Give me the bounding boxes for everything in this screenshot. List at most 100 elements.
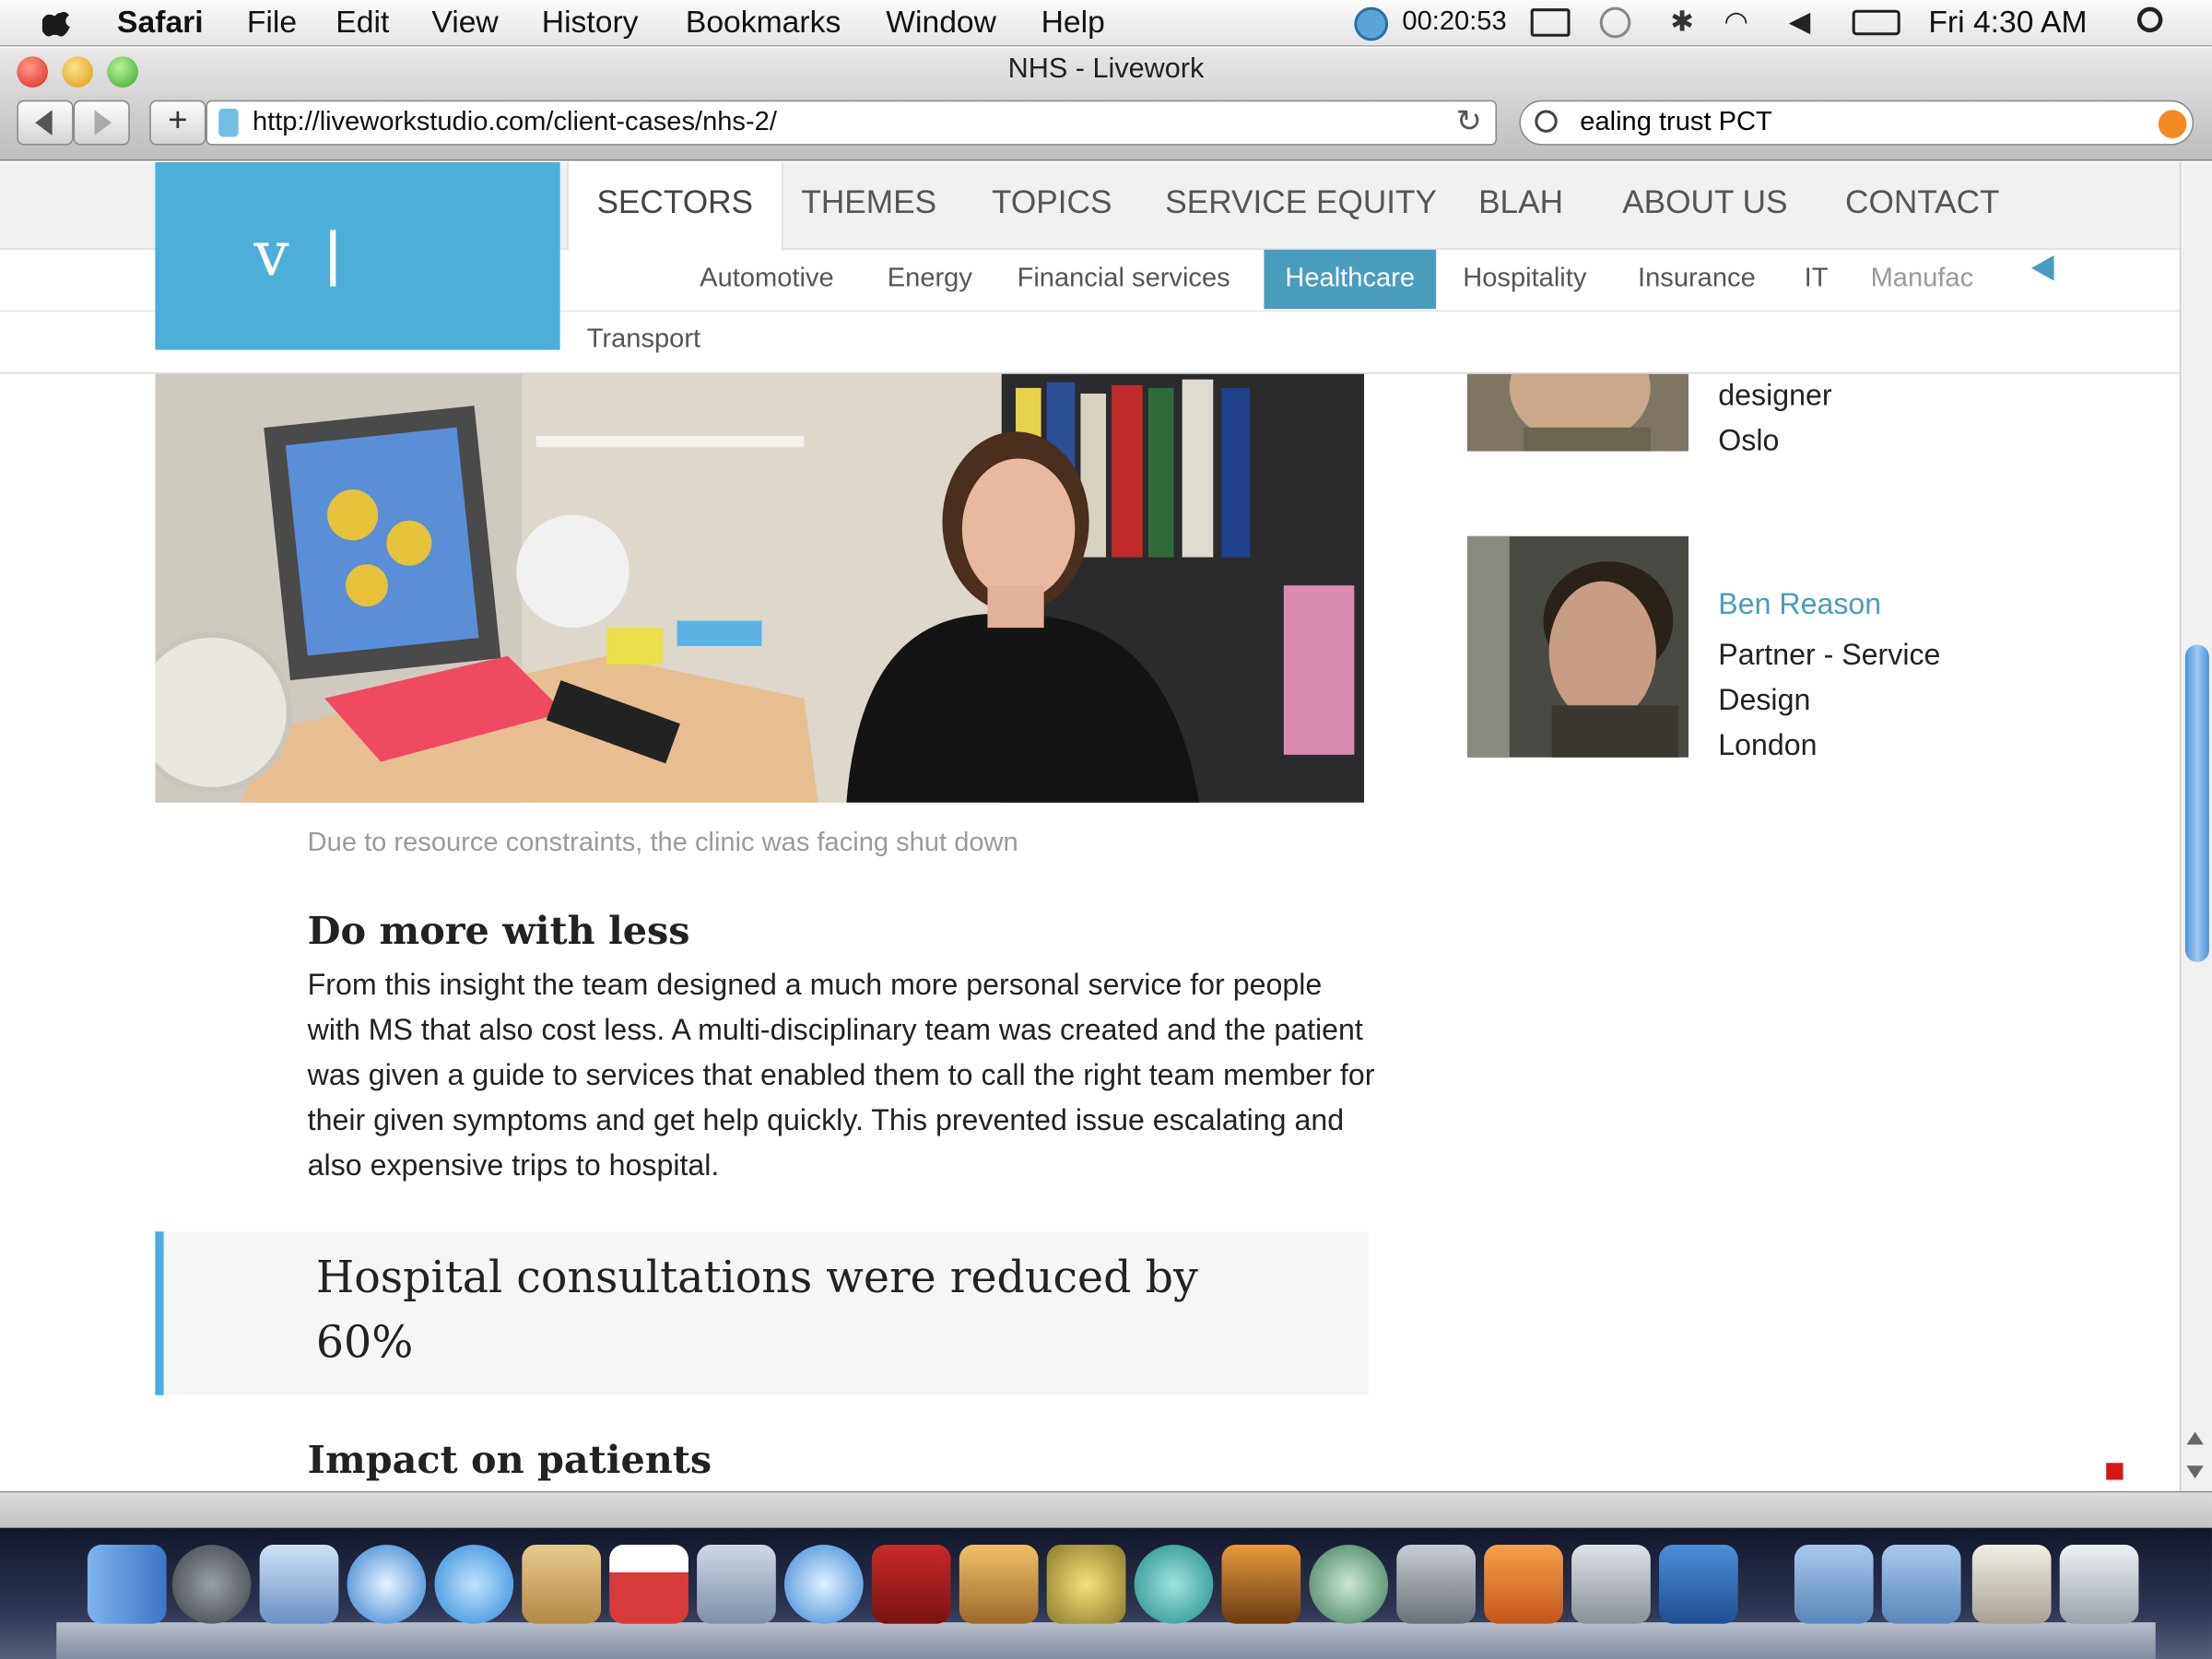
- ben-reason-photo[interactable]: [1466, 535, 1689, 758]
- web-page: v SECTORS THEMES TOPICS SERVICE EQUITY B…: [0, 162, 2180, 1491]
- forward-button[interactable]: [73, 100, 130, 146]
- back-button[interactable]: [17, 100, 74, 146]
- address-bar[interactable]: http://liveworkstudio.com/client-cases/n…: [206, 100, 1497, 146]
- subnav-energy[interactable]: Energy: [888, 264, 972, 295]
- itunes-icon[interactable]: [784, 1545, 864, 1624]
- window-title: NHS - Livework: [1007, 53, 1205, 85]
- tab-themes[interactable]: THEMES: [801, 183, 936, 221]
- menu-bookmarks[interactable]: Bookmarks: [686, 5, 841, 41]
- scroll-up-arrow-icon[interactable]: [2186, 1431, 2204, 1445]
- finder-icon[interactable]: [87, 1545, 167, 1624]
- documents-folder-icon[interactable]: [1881, 1545, 1961, 1624]
- recording-indicator-icon: [2106, 1463, 2124, 1480]
- tab-blah[interactable]: BLAH: [1478, 183, 1563, 221]
- ichat-icon[interactable]: [434, 1545, 514, 1624]
- iphoto-icon[interactable]: [697, 1545, 776, 1624]
- scrollbar-thumb[interactable]: [2184, 644, 2209, 962]
- subnav-hospitality[interactable]: Hospitality: [1463, 264, 1586, 295]
- screen: Safari File Edit View History Bookmarks …: [0, 0, 2212, 1659]
- site-favicon: [218, 108, 239, 137]
- time-machine-icon[interactable]: [1599, 6, 1631, 39]
- display-icon[interactable]: [1530, 8, 1571, 37]
- subnav-transport[interactable]: Transport: [587, 324, 700, 356]
- search-field[interactable]: ealing trust PCT: [1519, 100, 2194, 146]
- subnav-manufacturing[interactable]: Manufac: [1871, 264, 1995, 295]
- tab-topics[interactable]: TOPICS: [992, 183, 1112, 221]
- menu-bar: Safari File Edit View History Bookmarks …: [0, 0, 2212, 47]
- person-role: designer: [1718, 379, 1832, 412]
- photo-caption: Due to resource constraints, the clinic …: [307, 828, 1018, 858]
- tab-service-equity[interactable]: SERVICE EQUITY: [1165, 183, 1437, 221]
- battery-icon[interactable]: [1852, 9, 1900, 36]
- volume-icon[interactable]: ◀: [1789, 5, 1811, 40]
- clinic-photo-illustration: [155, 373, 1365, 803]
- bluetooth-icon[interactable]: ✱: [1670, 5, 1694, 40]
- subnav-financial-services[interactable]: Financial services: [1018, 264, 1230, 295]
- subnav-scroll-arrow-icon[interactable]: [2031, 255, 2054, 281]
- ben-reason-card: Ben Reason Partner - Service Design Lond…: [1718, 582, 1940, 769]
- wifi-icon[interactable]: ◠: [1724, 5, 1748, 40]
- subnav-automotive[interactable]: Automotive: [700, 264, 833, 295]
- tab-sectors[interactable]: SECTORS: [567, 162, 783, 252]
- mail-icon[interactable]: [259, 1545, 339, 1624]
- garageband-icon[interactable]: [1221, 1545, 1301, 1624]
- menu-file[interactable]: File: [247, 5, 297, 41]
- forward-icon: [94, 110, 112, 135]
- imovie-icon[interactable]: [1046, 1545, 1126, 1624]
- screenflow-icon[interactable]: [1134, 1545, 1214, 1624]
- search-query[interactable]: ealing trust PCT: [1580, 107, 1772, 138]
- ben-reason-city: London: [1718, 729, 1818, 762]
- person-photo-illustration: [1466, 373, 1689, 452]
- menu-view[interactable]: View: [431, 5, 498, 41]
- menu-app-name[interactable]: Safari: [117, 5, 204, 41]
- section-heading-impact: Impact on patients: [307, 1439, 712, 1483]
- ical-icon[interactable]: [609, 1545, 688, 1624]
- section-body-text: From this insight the team designed a mu…: [307, 969, 1375, 1182]
- section-heading-do-more: Do more with less: [307, 910, 690, 954]
- tab-about-us[interactable]: ABOUT US: [1622, 183, 1787, 221]
- address-book-icon[interactable]: [522, 1545, 602, 1624]
- keynote-icon[interactable]: [1484, 1545, 1563, 1624]
- add-bookmark-button[interactable]: +: [149, 100, 206, 146]
- logo-letter: v: [253, 218, 289, 291]
- safari-icon[interactable]: [347, 1545, 427, 1624]
- person-photo[interactable]: [1466, 373, 1689, 452]
- photo-booth-icon[interactable]: [871, 1545, 951, 1624]
- screen-recorder-icon[interactable]: [1354, 6, 1389, 41]
- menu-window[interactable]: Window: [886, 5, 996, 41]
- menu-history[interactable]: History: [542, 5, 639, 41]
- url-text[interactable]: http://liveworkstudio.com/client-cases/n…: [253, 107, 777, 138]
- status-bar: [0, 1490, 2212, 1528]
- person-city: Oslo: [1718, 424, 1780, 457]
- apple-icon[interactable]: [41, 6, 74, 40]
- back-icon: [35, 110, 53, 135]
- subnav-it[interactable]: IT: [1805, 264, 1829, 295]
- downloads-stack-icon[interactable]: [1971, 1545, 2052, 1624]
- subnav-insurance[interactable]: Insurance: [1638, 264, 1756, 295]
- clapper-icon[interactable]: [1658, 1545, 1738, 1624]
- ben-reason-role-line1: Partner - Service: [1718, 639, 1941, 672]
- menu-clock[interactable]: Fri 4:30 AM: [1928, 5, 2087, 41]
- subnav-healthcare[interactable]: Healthcare: [1264, 249, 1436, 310]
- vertical-scrollbar[interactable]: [2179, 162, 2212, 1491]
- preview-icon[interactable]: [959, 1545, 1039, 1624]
- scroll-down-arrow-icon[interactable]: [2186, 1465, 2204, 1479]
- ben-reason-photo-illustration: [1466, 535, 1689, 758]
- search-icon: [1535, 110, 1558, 133]
- menu-edit[interactable]: Edit: [335, 5, 389, 41]
- trash-icon[interactable]: [2059, 1545, 2139, 1624]
- spotlight-icon[interactable]: [2136, 6, 2163, 33]
- tab-contact[interactable]: CONTACT: [1845, 183, 2000, 221]
- reload-icon[interactable]: ↻: [1456, 103, 1482, 140]
- applications-folder-icon[interactable]: [1794, 1545, 1874, 1624]
- time-machine-dock-icon[interactable]: [1309, 1545, 1389, 1624]
- pull-quote-text: Hospital consultations were reduced by 6…: [315, 1253, 1198, 1369]
- menu-help[interactable]: Help: [1041, 5, 1105, 41]
- site-logo[interactable]: v: [155, 162, 560, 350]
- dashboard-icon[interactable]: [171, 1545, 252, 1624]
- utilities-icon[interactable]: [1571, 1545, 1651, 1624]
- system-preferences-icon[interactable]: [1396, 1545, 1477, 1624]
- snapback-icon[interactable]: [2158, 110, 2187, 138]
- ben-reason-name-link[interactable]: Ben Reason: [1718, 582, 1940, 628]
- pull-quote: Hospital consultations were reduced by 6…: [155, 1231, 1369, 1395]
